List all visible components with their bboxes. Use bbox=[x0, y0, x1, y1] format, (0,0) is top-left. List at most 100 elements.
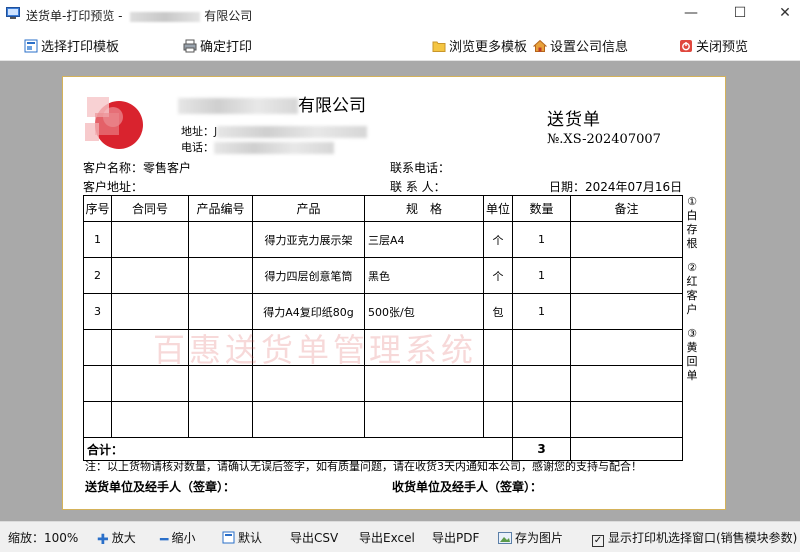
minimize-button[interactable]: — bbox=[676, 4, 706, 22]
copy-marker: ③ bbox=[687, 327, 697, 340]
contact-person: 联 系 人： bbox=[390, 178, 446, 195]
copy-char: 户 bbox=[686, 303, 698, 316]
footer-note: 注：以上货物请核对数量，请确认无误后签字，如有质量问题，请在收货3天内通知本公司… bbox=[85, 460, 642, 473]
window-title-prefix: 送货单-打印预览 - bbox=[26, 9, 127, 23]
cell-product bbox=[252, 401, 365, 438]
company-name: 有限公司 bbox=[178, 91, 366, 116]
cell-no: 2 bbox=[83, 257, 112, 294]
cell-remark bbox=[570, 329, 683, 366]
customer-name-label: 客户名称： bbox=[83, 161, 144, 175]
company-phone: 电话： bbox=[181, 139, 334, 155]
delivery-note-paper: 有限公司 地址：J 电话： 送货单 №.XS-202407007 客户名称：零售… bbox=[62, 76, 726, 510]
copy-marker: ② bbox=[687, 261, 697, 274]
cell-remark bbox=[570, 365, 683, 402]
header-spec: 规 格 bbox=[364, 195, 484, 222]
contact-phone: 联系电话： bbox=[390, 159, 450, 176]
title-bar: 送货单-打印预览 - 有限公司 — ☐ ✕ bbox=[0, 0, 800, 28]
cell-code bbox=[188, 221, 253, 258]
table-row: 1 得力亚克力展示架 三层A4 个 1 bbox=[83, 221, 683, 258]
maximize-button[interactable]: ☐ bbox=[725, 4, 755, 22]
header-unit: 单位 bbox=[483, 195, 513, 222]
zoom-in-button[interactable]: ✚ 放大 bbox=[97, 529, 136, 548]
zoom-value: 100% bbox=[44, 531, 79, 545]
cell-contract bbox=[111, 401, 189, 438]
company-info-label: 设置公司信息 bbox=[550, 40, 629, 55]
cell-no bbox=[83, 329, 112, 366]
cell-remark bbox=[570, 257, 683, 294]
customer-address: 客户地址： bbox=[83, 178, 143, 195]
show-printer-dialog-label: 显示打印机选择窗口(销售模块参数) bbox=[608, 531, 798, 545]
cell-contract bbox=[111, 257, 189, 294]
copy-gap bbox=[683, 251, 701, 261]
confirm-print-button[interactable]: 确定打印 bbox=[183, 36, 252, 55]
contact-person-label: 联 系 人： bbox=[390, 180, 446, 194]
cell-spec: 三层A4 bbox=[364, 221, 484, 258]
default-zoom-button[interactable]: 默认 bbox=[222, 529, 262, 546]
customer-name-value: 零售客户 bbox=[143, 161, 192, 175]
document-number: №.XS-202407007 bbox=[547, 132, 661, 147]
blurred-phone bbox=[214, 142, 334, 154]
show-printer-dialog-checkbox[interactable]: ✓ 显示打印机选择窗口(销售模块参数) bbox=[592, 529, 797, 547]
document-title: 送货单 bbox=[547, 110, 601, 130]
company-address: 地址：J bbox=[181, 123, 368, 139]
power-icon bbox=[680, 40, 692, 52]
cell-remark bbox=[570, 293, 683, 330]
cell-qty: 1 bbox=[512, 257, 571, 294]
zoom-in-label: 放大 bbox=[111, 531, 136, 545]
company-logo bbox=[85, 97, 143, 149]
cell-unit bbox=[483, 365, 513, 402]
blurred-address bbox=[217, 126, 368, 138]
cell-spec: 黑色 bbox=[364, 257, 484, 294]
zoom-out-button[interactable]: ━ 缩小 bbox=[160, 529, 195, 548]
cell-remark bbox=[570, 221, 683, 258]
cell-spec bbox=[364, 401, 484, 438]
browse-templates-button[interactable]: 浏览更多模板 bbox=[432, 36, 527, 55]
cell-contract bbox=[111, 221, 189, 258]
cell-product: 得力亚克力展示架 bbox=[252, 221, 365, 258]
header-product: 产品 bbox=[252, 195, 365, 222]
cell-unit: 包 bbox=[483, 293, 513, 330]
app-icon bbox=[6, 7, 20, 19]
receiver-signature: 收货单位及经手人（签章）： bbox=[392, 480, 543, 494]
export-csv-button[interactable]: 导出CSV bbox=[290, 529, 338, 546]
close-button[interactable]: ✕ bbox=[770, 4, 800, 22]
phone-label: 电话： bbox=[181, 141, 214, 154]
status-bar: 缩放：100% ✚ 放大 ━ 缩小 默认 导出CSV 导出Excel 导出PDF 存… bbox=[0, 521, 800, 552]
zoom-out-label: 缩小 bbox=[171, 531, 196, 545]
browse-templates-label: 浏览更多模板 bbox=[449, 40, 528, 55]
cell-remark bbox=[570, 401, 683, 438]
print-preview-area[interactable]: 有限公司 地址：J 电话： 送货单 №.XS-202407007 客户名称：零售… bbox=[0, 61, 800, 521]
minus-icon: ━ bbox=[160, 532, 169, 548]
select-template-button[interactable]: 选择打印模板 bbox=[24, 36, 119, 55]
cell-unit: 个 bbox=[483, 257, 513, 294]
contact-phone-label: 联系电话： bbox=[390, 161, 451, 175]
export-excel-button[interactable]: 导出Excel bbox=[359, 529, 415, 546]
cell-qty bbox=[512, 329, 571, 366]
copy-char: 黄 bbox=[686, 341, 698, 354]
cell-no bbox=[83, 365, 112, 402]
home-icon bbox=[533, 39, 547, 52]
company-name-suffix: 有限公司 bbox=[298, 96, 366, 116]
copy-char: 单 bbox=[686, 369, 698, 382]
header-qty: 数量 bbox=[512, 195, 571, 222]
cell-code bbox=[188, 401, 253, 438]
select-template-label: 选择打印模板 bbox=[41, 40, 120, 55]
date-label: 日期： bbox=[549, 180, 586, 194]
close-preview-button[interactable]: 关闭预览 bbox=[679, 36, 748, 55]
default-zoom-label: 默认 bbox=[238, 531, 263, 545]
table-row: 2 得力四层创意笔筒 黑色 个 1 bbox=[83, 257, 683, 294]
cell-no bbox=[83, 401, 112, 438]
company-info-button[interactable]: 设置公司信息 bbox=[533, 36, 628, 55]
delivery-date: 日期：2024年07月16日 bbox=[549, 178, 682, 195]
checkbox-icon[interactable]: ✓ bbox=[592, 535, 604, 547]
save-image-button[interactable]: 存为图片 bbox=[498, 529, 563, 546]
copy-char: 白 bbox=[686, 209, 698, 222]
sender-signature: 送货单位及经手人（签章）： bbox=[85, 480, 236, 494]
export-pdf-button[interactable]: 导出PDF bbox=[432, 529, 479, 546]
customer-name: 客户名称：零售客户 bbox=[83, 159, 191, 176]
header-remark: 备注 bbox=[570, 195, 683, 222]
cell-no: 1 bbox=[83, 221, 112, 258]
zoom-label: 缩放： bbox=[8, 531, 45, 545]
copy-char: 红 bbox=[686, 275, 698, 288]
cell-code bbox=[188, 257, 253, 294]
